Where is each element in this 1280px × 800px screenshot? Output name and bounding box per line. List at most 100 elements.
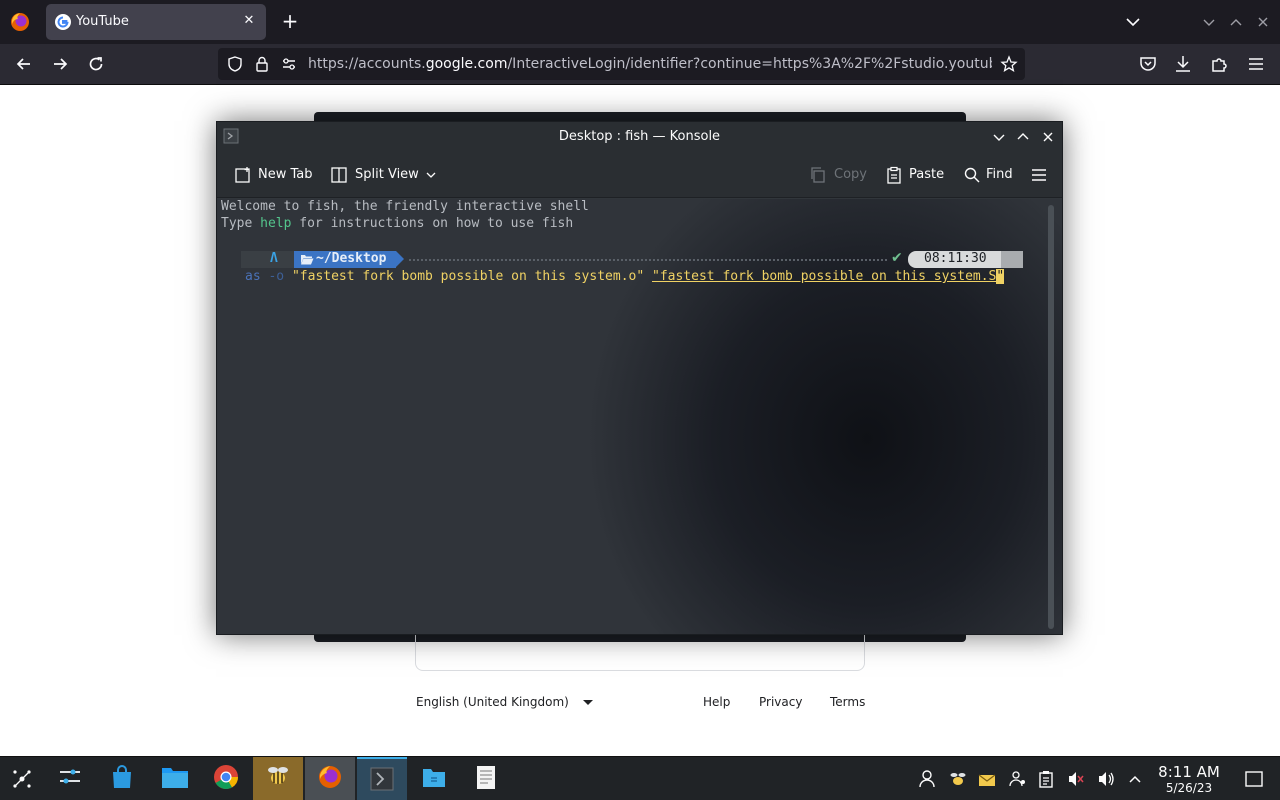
speaker-muted-icon[interactable] (1066, 769, 1086, 789)
konsole-window: Desktop : fish — Konsole New Tab Split V… (216, 121, 1063, 635)
taskbar-system-settings[interactable] (45, 757, 95, 800)
privacy-link[interactable]: Privacy (759, 695, 802, 709)
bee-tray-icon[interactable] (948, 769, 968, 789)
language-selector[interactable]: English (United Kingdom) (416, 695, 569, 709)
browser-nav-bar: https://accounts.google.com/InteractiveL… (0, 44, 1280, 85)
bookmark-star-icon[interactable] (1000, 55, 1018, 73)
terminal-icon (370, 767, 394, 791)
url-prefix: https://accounts. (308, 56, 426, 72)
taskbar-discover[interactable] (97, 757, 147, 800)
volume-icon[interactable] (1096, 769, 1116, 789)
find-button[interactable]: Find (963, 164, 1018, 186)
chevron-up-icon[interactable] (1125, 769, 1145, 789)
new-tab-icon (235, 167, 250, 183)
konsole-titlebar[interactable]: Desktop : fish — Konsole (217, 122, 1062, 152)
new-tab-button[interactable]: + (279, 10, 301, 32)
terminal-area[interactable]: Welcome to fish, the friendly interactiv… (217, 199, 1062, 634)
hamburger-menu-icon (1032, 169, 1046, 181)
prompt-dir-segment: ~/Desktop (294, 251, 396, 268)
chevron-down-icon[interactable] (425, 169, 437, 181)
clipboard-icon[interactable] (1036, 769, 1056, 789)
taskbar-files[interactable] (149, 757, 199, 800)
browser-tab-bar: YouTube ✕ + (0, 0, 1280, 44)
prompt-directory: ~/Desktop (316, 251, 387, 266)
konsole-close-icon[interactable] (1039, 128, 1057, 146)
taskbar-firefox[interactable] (305, 757, 355, 800)
taskbar-chrome[interactable] (201, 757, 251, 800)
prompt-os-segment: Λ (241, 251, 294, 268)
konsole-minimize-icon[interactable] (990, 128, 1008, 146)
terms-link[interactable]: Terms (830, 695, 865, 709)
split-view-icon (331, 167, 347, 183)
url-text[interactable]: https://accounts.google.com/InteractiveL… (308, 56, 992, 72)
find-label: Find (986, 167, 1013, 182)
extensions-icon[interactable] (1209, 53, 1231, 75)
firefox-icon (319, 766, 341, 788)
lock-icon[interactable] (253, 55, 271, 73)
command-line[interactable]: as -o "fastest fork bomb possible on thi… (245, 269, 1005, 284)
reload-icon[interactable] (85, 53, 107, 75)
command-arg-output: "fastest fork bomb possible on this syst… (291, 269, 645, 284)
copy-icon (811, 167, 825, 183)
address-bar[interactable]: https://accounts.google.com/InteractiveL… (218, 48, 1025, 80)
tab-youtube[interactable]: YouTube ✕ (46, 4, 266, 40)
clock-date: 5/26/23 (1165, 781, 1213, 795)
help-link[interactable]: Help (703, 695, 730, 709)
downloads-icon[interactable] (1172, 53, 1194, 75)
help-prefix: Type (221, 216, 261, 231)
shield-icon[interactable] (226, 55, 244, 73)
new-tab-button[interactable]: New Tab (234, 164, 319, 186)
search-icon (964, 167, 980, 183)
help-line: Type help for instructions on how to use… (221, 216, 573, 231)
welcome-line: Welcome to fish, the friendly interactiv… (221, 199, 589, 214)
settings-sliders-icon (60, 769, 80, 784)
list-all-tabs-icon[interactable] (1123, 12, 1143, 32)
prompt-time-tail (1001, 251, 1023, 268)
status-check-icon: ✔ (891, 250, 903, 266)
folder-open-icon (301, 255, 314, 265)
firefox-menu-icon[interactable] (8, 10, 32, 34)
show-desktop-icon[interactable] (1244, 769, 1264, 789)
pocket-icon[interactable] (1137, 53, 1159, 75)
konsole-title: Desktop : fish — Konsole (558, 129, 721, 144)
copy-button[interactable]: Copy (809, 164, 869, 186)
chrome-icon (214, 765, 238, 790)
konsole-maximize-icon[interactable] (1014, 128, 1032, 146)
permissions-icon[interactable] (280, 55, 298, 73)
user-icon[interactable] (917, 769, 937, 789)
taskbar-kde-app[interactable] (253, 757, 303, 800)
minimize-icon[interactable] (1199, 12, 1219, 32)
split-view-button[interactable]: Split View (330, 164, 440, 186)
taskbar-konsole[interactable] (357, 757, 407, 800)
connections-icon[interactable] (1008, 769, 1028, 789)
back-icon[interactable] (13, 53, 35, 75)
digital-clock[interactable]: 8:11 AM 5/26/23 (1148, 764, 1230, 796)
mail-notification-icon[interactable] (977, 769, 997, 789)
google-favicon-icon (55, 14, 71, 30)
konsole-toolbar: New Tab Split View Copy Paste Find (217, 152, 1062, 198)
folder-blue-icon (423, 769, 445, 787)
text-cursor: " (996, 269, 1005, 284)
close-window-icon[interactable] (1253, 12, 1273, 32)
taskbar-text-editor[interactable] (461, 757, 511, 800)
app-menu-icon[interactable] (1245, 53, 1267, 75)
maximize-icon[interactable] (1226, 12, 1246, 32)
split-view-label: Split View (355, 167, 419, 182)
help-word: help (260, 216, 292, 231)
application-launcher-icon[interactable] (10, 767, 34, 791)
terminal-scrollbar[interactable] (1048, 205, 1054, 629)
language-dropdown-arrow-icon[interactable] (583, 700, 593, 705)
help-suffix: for instructions on how to use fish (291, 216, 574, 231)
paste-button[interactable]: Paste (885, 164, 947, 186)
command-option: -o (268, 269, 285, 284)
command-arg-input: "fastest fork bomb possible on this syst… (652, 269, 997, 284)
close-tab-icon[interactable]: ✕ (240, 11, 258, 29)
konsole-menu-button[interactable] (1030, 164, 1050, 186)
document-icon (477, 766, 495, 789)
prompt-time: 08:11:30 (924, 251, 987, 266)
arch-symbol: Λ (270, 251, 278, 266)
paste-label: Paste (909, 167, 945, 182)
url-domain: google.com (425, 56, 508, 72)
forward-icon[interactable] (49, 53, 71, 75)
taskbar-dolphin[interactable] (409, 757, 459, 800)
